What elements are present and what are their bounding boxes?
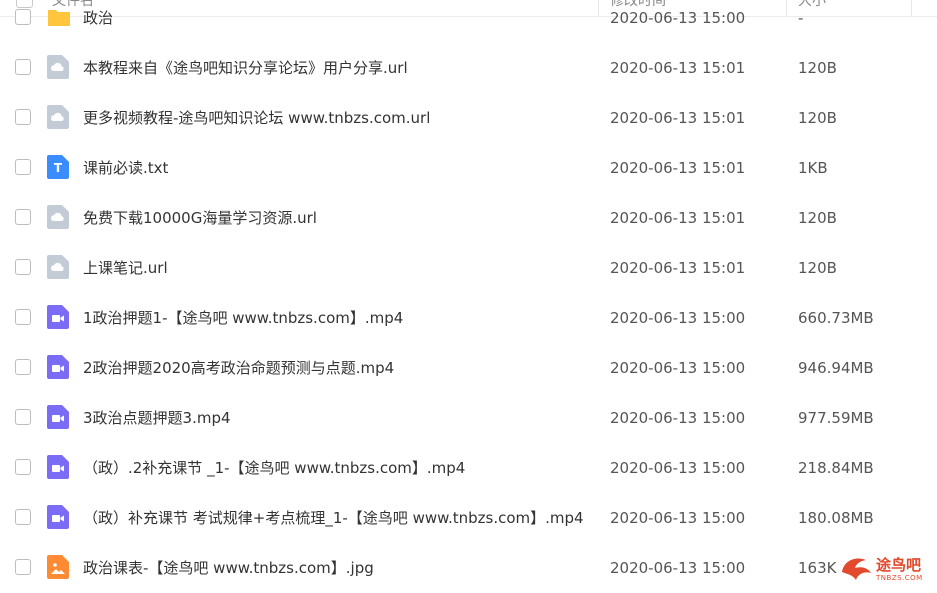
- file-row[interactable]: 更多视频教程-途鸟吧知识论坛 www.tnbzs.com.url 2020-06-…: [0, 93, 937, 143]
- link-file-icon: [47, 105, 69, 129]
- video-file-icon: [47, 305, 69, 329]
- file-row[interactable]: 1政治押题1-【途鸟吧 www.tnbzs.com】.mp4 2020-06-13…: [0, 293, 937, 343]
- link-file-icon: [47, 55, 69, 79]
- image-file-icon: [47, 555, 69, 579]
- row-checkbox[interactable]: [15, 459, 31, 475]
- modified-time: 2020-06-13 15:01: [610, 109, 746, 127]
- file-size: 120B: [798, 259, 837, 277]
- row-checkbox[interactable]: [15, 409, 31, 425]
- file-size: 660.73MB: [798, 309, 874, 327]
- file-name[interactable]: 3政治点题押题3.mp4: [83, 408, 231, 428]
- modified-time: 2020-06-13 15:00: [610, 459, 746, 477]
- file-size: 180.08MB: [798, 509, 874, 527]
- video-file-icon: [47, 455, 69, 479]
- row-checkbox[interactable]: [15, 209, 31, 225]
- file-size: 163K: [798, 559, 837, 577]
- file-size: 977.59MB: [798, 409, 874, 427]
- file-name[interactable]: 本教程来自《途鸟吧知识分享论坛》用户分享.url: [83, 58, 408, 78]
- file-size: 946.94MB: [798, 359, 874, 377]
- row-checkbox[interactable]: [15, 9, 31, 25]
- file-size: 120B: [798, 209, 837, 227]
- modified-time: 2020-06-13 15:00: [610, 309, 746, 327]
- file-row[interactable]: （政）补充课节 考试规律+考点梳理_1-【途鸟吧 www.tnbzs.com】.…: [0, 493, 937, 543]
- link-file-icon: [47, 205, 69, 229]
- file-row[interactable]: 政治课表-【途鸟吧 www.tnbzs.com】.jpg 2020-06-13 1…: [0, 543, 937, 593]
- file-row[interactable]: 3政治点题押题3.mp4 2020-06-13 15:00 977.59MB: [0, 393, 937, 443]
- file-name[interactable]: 政治课表-【途鸟吧 www.tnbzs.com】.jpg: [83, 558, 374, 578]
- row-checkbox[interactable]: [15, 259, 31, 275]
- video-file-icon: [47, 405, 69, 429]
- modified-time: 2020-06-13 15:01: [610, 59, 746, 77]
- file-name[interactable]: （政）.2补充课节 _1-【途鸟吧 www.tnbzs.com】.mp4: [83, 458, 465, 478]
- file-row[interactable]: 政治 2020-06-13 15:00 -: [0, 0, 937, 43]
- row-checkbox[interactable]: [15, 159, 31, 175]
- modified-time: 2020-06-13 15:00: [610, 559, 746, 577]
- file-row[interactable]: 本教程来自《途鸟吧知识分享论坛》用户分享.url 2020-06-13 15:01…: [0, 43, 937, 93]
- file-size: 120B: [798, 59, 837, 77]
- bird-logo-icon: [842, 558, 871, 580]
- row-checkbox[interactable]: [15, 59, 31, 75]
- file-name[interactable]: 更多视频教程-途鸟吧知识论坛 www.tnbzs.com.url: [83, 108, 430, 128]
- modified-time: 2020-06-13 15:01: [610, 209, 746, 227]
- file-row[interactable]: 免费下载10000G海量学习资源.url 2020-06-13 15:01 120B: [0, 193, 937, 243]
- file-size: 218.84MB: [798, 459, 874, 477]
- file-name[interactable]: （政）补充课节 考试规律+考点梳理_1-【途鸟吧 www.tnbzs.com】.…: [83, 508, 584, 528]
- modified-time: 2020-06-13 15:00: [610, 9, 746, 27]
- file-size: 1KB: [798, 159, 828, 177]
- file-row[interactable]: 2政治押题2020高考政治命题预测与点题.mp4 2020-06-13 15:00…: [0, 343, 937, 393]
- video-file-icon: [47, 355, 69, 379]
- modified-time: 2020-06-13 15:00: [610, 359, 746, 377]
- site-watermark: 途鸟吧 TNBZS.COM: [838, 552, 933, 586]
- file-row[interactable]: T 课前必读.txt 2020-06-13 15:01 1KB: [0, 143, 937, 193]
- svg-text:T: T: [54, 161, 63, 175]
- file-name[interactable]: 上课笔记.url: [83, 258, 168, 278]
- link-file-icon: [47, 255, 69, 279]
- text-file-icon: T: [47, 155, 69, 179]
- file-size: -: [798, 9, 804, 27]
- file-name[interactable]: 1政治押题1-【途鸟吧 www.tnbzs.com】.mp4: [83, 308, 403, 328]
- video-file-icon: [47, 505, 69, 529]
- file-name[interactable]: 免费下载10000G海量学习资源.url: [83, 208, 317, 228]
- file-row[interactable]: （政）.2补充课节 _1-【途鸟吧 www.tnbzs.com】.mp4 2020…: [0, 443, 937, 493]
- modified-time: 2020-06-13 15:00: [610, 409, 746, 427]
- file-size: 120B: [798, 109, 837, 127]
- watermark-subtext: TNBZS.COM: [876, 574, 923, 582]
- modified-time: 2020-06-13 15:01: [610, 259, 746, 277]
- file-row[interactable]: 上课笔记.url 2020-06-13 15:01 120B: [0, 243, 937, 293]
- file-name[interactable]: 2政治押题2020高考政治命题预测与点题.mp4: [83, 358, 394, 378]
- watermark-text: 途鸟吧: [876, 556, 922, 574]
- folder-icon: [47, 5, 70, 29]
- row-checkbox[interactable]: [15, 509, 31, 525]
- modified-time: 2020-06-13 15:00: [610, 509, 746, 527]
- modified-time: 2020-06-13 15:01: [610, 159, 746, 177]
- row-checkbox[interactable]: [15, 309, 31, 325]
- row-checkbox[interactable]: [15, 109, 31, 125]
- file-name[interactable]: 课前必读.txt: [83, 158, 168, 178]
- file-name[interactable]: 政治: [83, 8, 113, 28]
- row-checkbox[interactable]: [15, 359, 31, 375]
- row-checkbox[interactable]: [15, 559, 31, 575]
